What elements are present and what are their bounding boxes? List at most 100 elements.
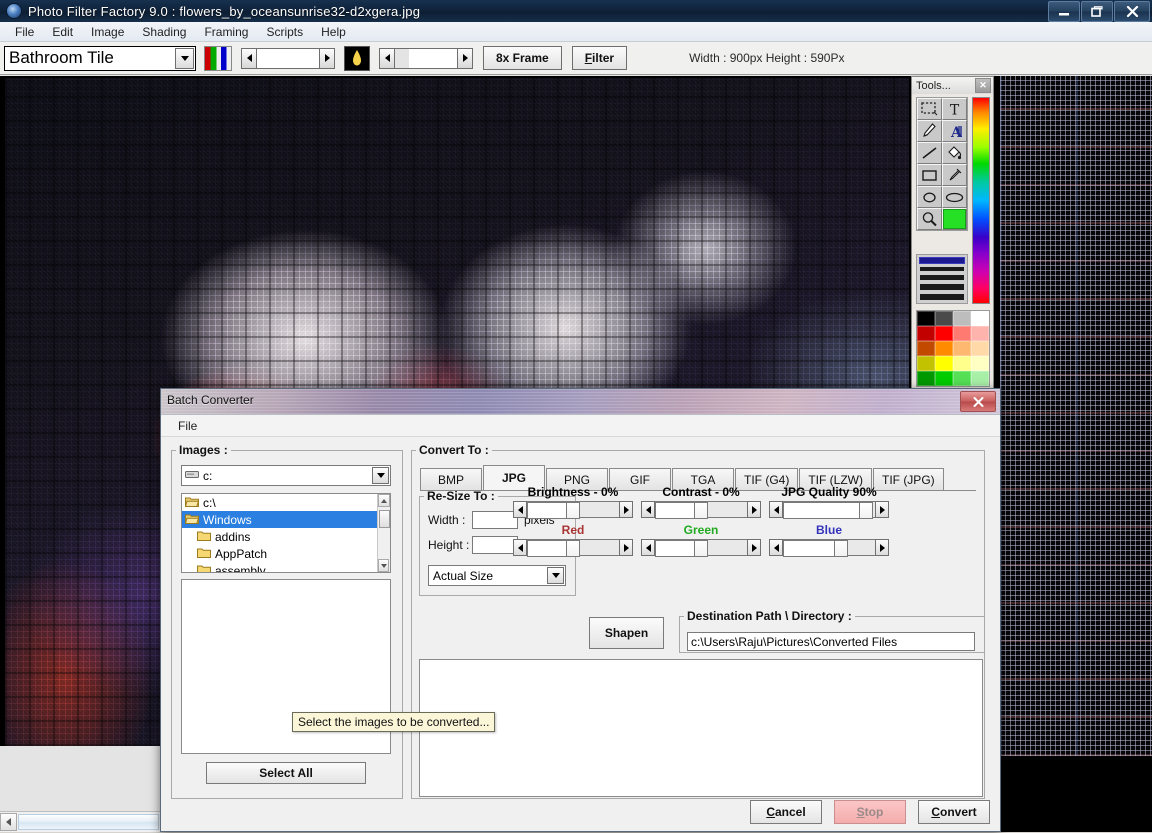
chevron-down-icon[interactable] — [372, 467, 389, 484]
color-palette-grid[interactable] — [916, 310, 990, 387]
restore-button[interactable] — [1081, 1, 1113, 22]
red-slider[interactable] — [513, 539, 633, 557]
menu-edit[interactable]: Edit — [43, 23, 82, 41]
jpg-quality-slider[interactable] — [769, 501, 889, 519]
contrast-slider-left-arrow[interactable] — [641, 501, 655, 518]
palette-swatch-17[interactable] — [935, 371, 953, 386]
pencil-tool[interactable] — [917, 120, 942, 142]
menu-framing[interactable]: Framing — [195, 23, 257, 41]
menu-help[interactable]: Help — [312, 23, 355, 41]
palette-swatch-18[interactable] — [953, 371, 971, 386]
close-button[interactable] — [1114, 1, 1150, 22]
contrast-slider-track[interactable] — [655, 501, 747, 519]
palette-swatch-6[interactable] — [953, 326, 971, 341]
font-style-tool[interactable]: A — [942, 120, 967, 142]
folder-row[interactable]: assembly — [182, 562, 390, 572]
palette-swatch-3[interactable] — [971, 311, 989, 326]
horizontal-scroll-thumb[interactable] — [18, 814, 159, 830]
folder-row[interactable]: AppPatch — [182, 545, 390, 562]
chevron-down-icon[interactable] — [175, 47, 194, 69]
tools-close-icon[interactable]: ✕ — [975, 78, 991, 93]
parameter-spinner-2[interactable] — [379, 47, 473, 69]
green-slider-left-arrow[interactable] — [641, 539, 655, 556]
jpg-quality-slider-right-arrow[interactable] — [875, 501, 889, 518]
select-rectangle-tool[interactable] — [917, 98, 942, 120]
line-width-option-3[interactable] — [920, 275, 964, 280]
dialog-titlebar[interactable]: Batch Converter — [161, 389, 1000, 415]
line-width-option-4[interactable] — [920, 284, 964, 290]
spinner-2-left-arrow[interactable] — [379, 47, 395, 69]
red-slider-right-arrow[interactable] — [619, 539, 633, 556]
rgb-color-swatch[interactable] — [204, 45, 232, 71]
dialog-close-button[interactable] — [960, 391, 996, 412]
line-width-selector[interactable] — [916, 254, 968, 304]
size-mode-select[interactable]: Actual Size — [428, 565, 566, 586]
green-slider-thumb[interactable] — [694, 540, 708, 557]
green-slider-track[interactable] — [655, 539, 747, 557]
brightness-slider-left-arrow[interactable] — [513, 501, 527, 518]
horizontal-scrollbar[interactable] — [0, 811, 160, 832]
spinner-2-track[interactable] — [395, 47, 409, 69]
minimize-button[interactable] — [1048, 1, 1080, 22]
palette-swatch-15[interactable] — [971, 356, 989, 371]
green-slider-right-arrow[interactable] — [747, 539, 761, 556]
menu-scripts[interactable]: Scripts — [257, 23, 312, 41]
filter-select[interactable]: Bathroom Tile — [4, 45, 196, 71]
blue-slider-left-arrow[interactable] — [769, 539, 783, 556]
palette-swatch-14[interactable] — [953, 356, 971, 371]
red-slider-track[interactable] — [527, 539, 619, 557]
brightness-slider[interactable] — [513, 501, 633, 519]
conversion-log[interactable] — [419, 659, 983, 797]
shapen-button[interactable]: Shapen — [589, 617, 664, 649]
folder-row[interactable]: Windows — [182, 511, 390, 528]
menu-shading[interactable]: Shading — [133, 23, 195, 41]
chevron-down-icon[interactable] — [547, 567, 564, 584]
palette-swatch-11[interactable] — [971, 341, 989, 356]
red-slider-left-arrow[interactable] — [513, 539, 527, 556]
jpg-quality-slider-left-arrow[interactable] — [769, 501, 783, 518]
drive-select[interactable]: c: — [181, 465, 391, 486]
line-tool[interactable] — [917, 142, 942, 164]
jpg-quality-slider-thumb[interactable] — [859, 502, 873, 519]
eyedropper-tool[interactable] — [942, 164, 967, 186]
folder-tree-list[interactable]: c:\ Windows addins AppPatch assembly — [181, 493, 391, 573]
red-slider-thumb[interactable] — [566, 540, 580, 557]
green-slider[interactable] — [641, 539, 761, 557]
line-width-option-1[interactable] — [919, 257, 965, 264]
jpg-quality-slider-track[interactable] — [783, 501, 875, 519]
spinner-1-value[interactable] — [257, 47, 319, 69]
convert-button[interactable]: Convert — [918, 800, 990, 824]
current-color-swatch[interactable] — [942, 208, 967, 230]
lamp-preview-swatch[interactable] — [344, 45, 370, 71]
menu-image[interactable]: Image — [82, 23, 133, 41]
folder-row[interactable]: c:\ — [182, 494, 390, 511]
tools-palette-titlebar[interactable]: Tools... ✕ — [912, 77, 993, 94]
palette-swatch-9[interactable] — [935, 341, 953, 356]
blue-slider[interactable] — [769, 539, 889, 557]
palette-swatch-12[interactable] — [917, 356, 935, 371]
spinner-1-right-arrow[interactable] — [319, 47, 335, 69]
palette-swatch-19[interactable] — [971, 371, 989, 386]
folder-scroll-thumb[interactable] — [379, 510, 390, 528]
line-width-option-5[interactable] — [920, 294, 964, 300]
parameter-spinner-1[interactable] — [241, 47, 335, 69]
destination-path-input[interactable]: c:\Users\Raju\Pictures\Converted Files — [687, 632, 975, 651]
scroll-left-arrow[interactable] — [0, 813, 17, 831]
rectangle-tool[interactable] — [917, 164, 942, 186]
current-color-chip[interactable] — [943, 209, 966, 229]
spinner-2-right-arrow[interactable] — [457, 47, 473, 69]
cancel-button[interactable]: Cancel — [750, 800, 822, 824]
width-input[interactable] — [472, 511, 518, 529]
contrast-slider[interactable] — [641, 501, 761, 519]
spinner-2-value[interactable] — [409, 47, 457, 69]
dialog-menu-file[interactable]: File — [171, 417, 204, 435]
palette-swatch-16[interactable] — [917, 371, 935, 386]
palette-swatch-5[interactable] — [935, 326, 953, 341]
spinner-1-left-arrow[interactable] — [241, 47, 257, 69]
palette-swatch-7[interactable] — [971, 326, 989, 341]
palette-swatch-0[interactable] — [917, 311, 935, 326]
brightness-slider-right-arrow[interactable] — [619, 501, 633, 518]
folder-row[interactable]: addins — [182, 528, 390, 545]
select-all-button[interactable]: Select All — [206, 762, 366, 784]
contrast-slider-thumb[interactable] — [694, 502, 708, 519]
